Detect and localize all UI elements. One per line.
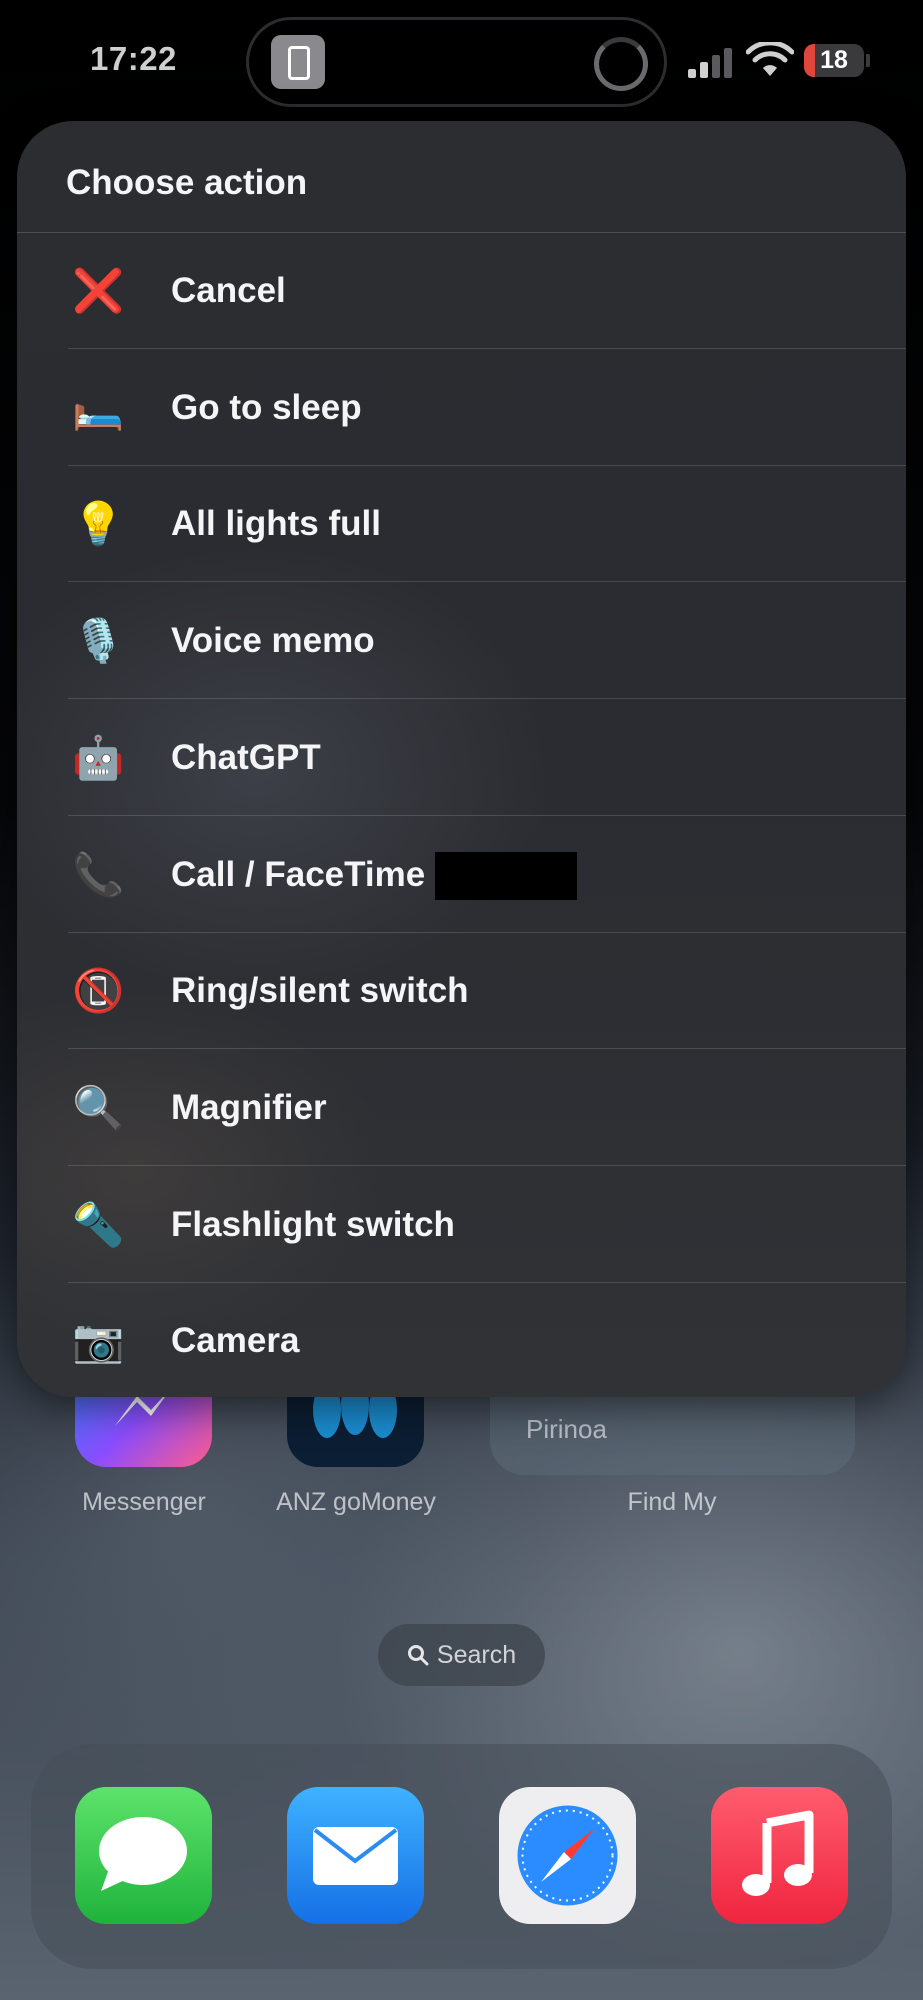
battery-indicator: 18	[804, 44, 864, 77]
search-label: Search	[436, 1640, 517, 1669]
action-label: Flashlight switch	[171, 1204, 455, 1244]
compass-icon	[517, 1805, 618, 1906]
action-item-all-lights-full[interactable]: 💡 All lights full	[17, 466, 906, 583]
flashlight-icon: 🔦	[72, 1200, 125, 1248]
signal-bar	[688, 69, 696, 78]
envelope-icon	[313, 1827, 398, 1885]
action-label: Magnifier	[171, 1087, 327, 1127]
action-label: Go to sleep	[171, 387, 362, 427]
music-glyph-icon	[742, 1810, 814, 1896]
redacted-contact-block	[435, 851, 577, 900]
find-my-place: Pirinoa	[526, 1414, 607, 1444]
action-label: Call / FaceTime	[171, 854, 426, 894]
music-note-icon[interactable]	[711, 1787, 848, 1924]
bed-icon: 🛏️	[72, 383, 125, 431]
phone-icon	[271, 35, 325, 89]
speech-bubble-icon	[99, 1817, 187, 1891]
action-label: Camera	[171, 1321, 300, 1361]
sheet-title: Choose action	[66, 163, 308, 202]
search-icon	[407, 1645, 429, 1666]
signal-bar	[712, 55, 720, 78]
cross-mark-icon: ❌	[72, 267, 125, 314]
signal-bar	[724, 48, 732, 78]
wifi-icon	[746, 42, 794, 76]
action-item-go-to-sleep[interactable]: 🛏️ Go to sleep	[17, 350, 906, 466]
messages-icon[interactable]	[75, 1787, 212, 1924]
camera-icon: 📷	[72, 1317, 125, 1365]
action-label: Ring/silent switch	[171, 971, 469, 1011]
no-mobile-phones-icon: 📵	[72, 967, 125, 1015]
telephone-receiver-icon: 📞	[72, 850, 125, 898]
action-item-call-facetime[interactable]: 📞 Call / FaceTime	[17, 817, 906, 933]
action-label: Cancel	[171, 271, 286, 310]
microphone-icon: 🎙️	[72, 617, 125, 665]
app-label-find-my: Find My	[627, 1488, 717, 1516]
action-label: Voice memo	[171, 621, 375, 661]
light-bulb-icon: 💡	[72, 500, 125, 548]
app-label-messenger: Messenger	[82, 1488, 206, 1516]
choose-action-sheet: Choose action ❌ Cancel 🛏️ Go to sleep 💡 All l…	[17, 121, 906, 1397]
action-label: All lights full	[171, 504, 381, 544]
action-item-magnifier[interactable]: 🔍 Magnifier	[17, 1050, 906, 1166]
action-label: ChatGPT	[171, 737, 321, 777]
safari-compass-icon[interactable]	[499, 1787, 636, 1924]
cellular-signal-icon	[688, 48, 736, 78]
action-item-voice-memo[interactable]: 🎙️ Voice memo	[17, 583, 906, 700]
magnifying-glass-icon: 🔍	[72, 1083, 125, 1131]
home-search-button[interactable]: Search	[378, 1624, 545, 1686]
action-item-chatgpt[interactable]: 🤖 ChatGPT	[17, 700, 906, 816]
action-item-camera[interactable]: 📷 Camera	[17, 1283, 906, 1397]
app-label-anz-gomoney: ANZ goMoney	[276, 1488, 436, 1516]
signal-bar	[700, 62, 708, 78]
status-time: 17:22	[90, 40, 177, 77]
battery-cap	[866, 54, 870, 67]
progress-ring-icon	[594, 37, 648, 91]
robot-icon: 🤖	[72, 733, 125, 781]
action-item-cancel[interactable]: ❌ Cancel	[17, 233, 906, 349]
dynamic-island[interactable]	[249, 20, 664, 104]
mail-icon[interactable]	[287, 1787, 424, 1924]
action-item-flashlight-switch[interactable]: 🔦 Flashlight switch	[17, 1167, 906, 1283]
action-item-ring-silent-switch[interactable]: 📵 Ring/silent switch	[17, 933, 906, 1050]
battery-percentage: 18	[820, 46, 848, 74]
